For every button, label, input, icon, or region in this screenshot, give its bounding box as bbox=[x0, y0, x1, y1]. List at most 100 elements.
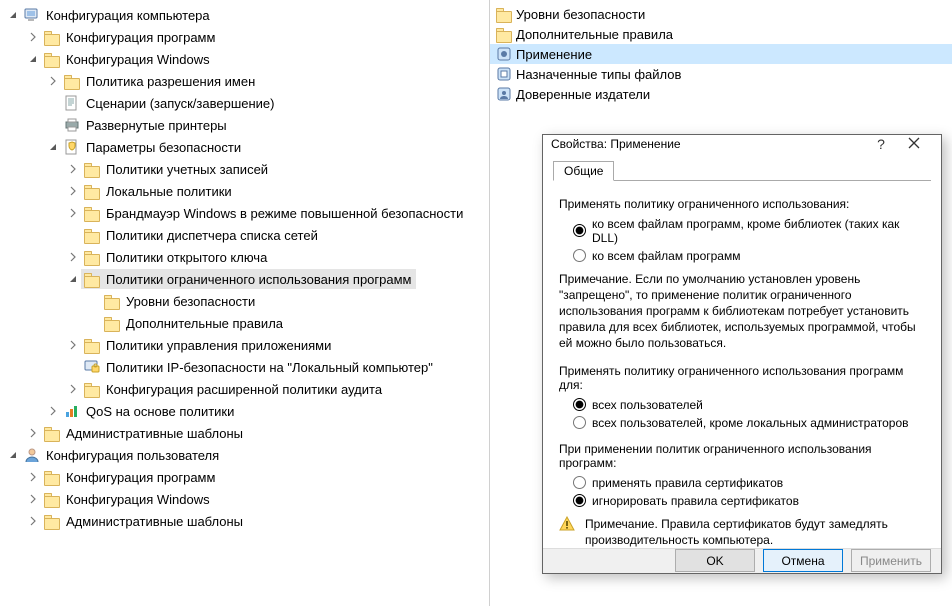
tree-item[interactable]: Политики ограниченного использования про… bbox=[0, 268, 489, 290]
tree-item[interactable]: Конфигурация пользователя bbox=[0, 444, 489, 466]
tree-item-label: Политики IP-безопасности на "Локальный к… bbox=[104, 359, 435, 376]
folder-icon bbox=[44, 29, 60, 45]
chevron-right-icon[interactable] bbox=[66, 338, 80, 352]
tree-item[interactable]: Параметры безопасности bbox=[0, 136, 489, 158]
script-icon bbox=[64, 95, 80, 111]
radio-all-users-input[interactable] bbox=[573, 398, 586, 411]
dialog-titlebar[interactable]: Свойства: Применение ? bbox=[543, 135, 941, 154]
tree-item[interactable]: Политики открытого ключа bbox=[0, 246, 489, 268]
folder-icon bbox=[104, 315, 120, 331]
help-button[interactable]: ? bbox=[867, 136, 895, 152]
list-item[interactable]: Дополнительные правила bbox=[490, 24, 952, 44]
tree-item[interactable]: Конфигурация программ bbox=[0, 466, 489, 488]
tree-item[interactable]: Конфигурация расширенной политики аудита bbox=[0, 378, 489, 400]
radio-all-except-dll[interactable]: ко всем файлам программ, кроме библиотек… bbox=[559, 215, 925, 247]
folder-icon bbox=[84, 337, 100, 353]
folder-icon bbox=[84, 183, 100, 199]
cancel-button[interactable]: Отмена bbox=[763, 549, 843, 572]
dialog-title: Свойства: Применение bbox=[551, 137, 867, 151]
close-button[interactable] bbox=[895, 136, 933, 152]
list-item[interactable]: Доверенные издатели bbox=[490, 84, 952, 104]
tree-item[interactable]: Политики управления приложениями bbox=[0, 334, 489, 356]
qos-icon bbox=[64, 403, 80, 419]
group1-heading: Применять политику ограниченного использ… bbox=[559, 197, 925, 211]
tab-general[interactable]: Общие bbox=[553, 161, 614, 181]
tree-item[interactable]: Политики IP-безопасности на "Локальный к… bbox=[0, 356, 489, 378]
list-item[interactable]: Назначенные типы файлов bbox=[490, 64, 952, 84]
chevron-down-icon[interactable] bbox=[66, 272, 80, 286]
radio-all-files[interactable]: ко всем файлам программ bbox=[559, 247, 925, 265]
chevron-right-icon[interactable] bbox=[26, 30, 40, 44]
radio-all-except-dll-input[interactable] bbox=[573, 224, 586, 237]
tree-item[interactable]: Политика разрешения имен bbox=[0, 70, 489, 92]
tree-item[interactable]: Административные шаблоны bbox=[0, 422, 489, 444]
tree-item[interactable]: Развернутые принтеры bbox=[0, 114, 489, 136]
group3-heading: При применении политик ограниченного исп… bbox=[559, 442, 925, 470]
folder-icon bbox=[496, 6, 512, 22]
chevron-down-icon[interactable] bbox=[6, 8, 20, 22]
tree-item[interactable]: Конфигурация программ bbox=[0, 26, 489, 48]
radio-all-files-input[interactable] bbox=[573, 249, 586, 262]
radio-except-admins[interactable]: всех пользователей, кроме локальных адми… bbox=[559, 414, 925, 432]
tree-item-label: Брандмауэр Windows в режиме повышенной б… bbox=[104, 205, 465, 222]
chevron-right-icon[interactable] bbox=[26, 470, 40, 484]
folder-icon bbox=[84, 381, 100, 397]
tree-item[interactable]: Политики учетных записей bbox=[0, 158, 489, 180]
folder-icon bbox=[84, 205, 100, 221]
chevron-right-icon[interactable] bbox=[46, 74, 60, 88]
folder-icon bbox=[44, 491, 60, 507]
chevron-right-icon[interactable] bbox=[66, 250, 80, 264]
chevron-down-icon[interactable] bbox=[6, 448, 20, 462]
chevron-right-icon[interactable] bbox=[66, 162, 80, 176]
chevron-down-icon[interactable] bbox=[46, 140, 60, 154]
tree-item[interactable]: Конфигурация Windows bbox=[0, 48, 489, 70]
radio-ignore-cert-input[interactable] bbox=[573, 494, 586, 507]
apply-button[interactable]: Применить bbox=[851, 549, 931, 572]
chevron-right-icon[interactable] bbox=[66, 382, 80, 396]
tree-item-label: Конфигурация компьютера bbox=[44, 7, 212, 24]
radio-apply-cert[interactable]: применять правила сертификатов bbox=[559, 474, 925, 492]
chevron-down-icon[interactable] bbox=[26, 52, 40, 66]
radio-ignore-cert[interactable]: игнорировать правила сертификатов bbox=[559, 492, 925, 510]
tree-item-label: Локальные политики bbox=[104, 183, 234, 200]
tree-item[interactable]: Уровни безопасности bbox=[0, 290, 489, 312]
tree-item[interactable]: Конфигурация Windows bbox=[0, 488, 489, 510]
tree-item-label: Дополнительные правила bbox=[124, 315, 285, 332]
list-view: Уровни безопасности Дополнительные правил… bbox=[490, 4, 952, 104]
tree-item[interactable]: Сценарии (запуск/завершение) bbox=[0, 92, 489, 114]
tree-item-label: Конфигурация Windows bbox=[64, 491, 212, 508]
folder-icon bbox=[496, 26, 512, 42]
chevron-right-icon[interactable] bbox=[66, 184, 80, 198]
tree-item[interactable]: Конфигурация компьютера bbox=[0, 4, 489, 26]
tree-item[interactable]: QoS на основе политики bbox=[0, 400, 489, 422]
tree-item-label: QoS на основе политики bbox=[84, 403, 236, 420]
radio-except-admins-input[interactable] bbox=[573, 416, 586, 429]
tree-item[interactable]: Локальные политики bbox=[0, 180, 489, 202]
chevron-right-icon[interactable] bbox=[46, 404, 60, 418]
tree-item[interactable]: Дополнительные правила bbox=[0, 312, 489, 334]
list-item-label: Уровни безопасности bbox=[516, 7, 645, 22]
properties-dialog: Свойства: Применение ? Общие Применять п… bbox=[542, 134, 942, 574]
tree-item[interactable]: Административные шаблоны bbox=[0, 510, 489, 532]
tree-item[interactable]: Брандмауэр Windows в режиме повышенной б… bbox=[0, 202, 489, 224]
folder-icon bbox=[44, 513, 60, 529]
ok-button[interactable]: OK bbox=[675, 549, 755, 572]
radio-all-users[interactable]: всех пользователей bbox=[559, 396, 925, 414]
list-item[interactable]: Применение bbox=[490, 44, 952, 64]
chevron-right-icon[interactable] bbox=[66, 206, 80, 220]
tree-item-label: Конфигурация программ bbox=[64, 29, 217, 46]
tree-item-label: Конфигурация программ bbox=[64, 469, 217, 486]
tree-item-label: Политика разрешения имен bbox=[84, 73, 257, 90]
folder-icon bbox=[44, 51, 60, 67]
tree-item-label: Конфигурация пользователя bbox=[44, 447, 221, 464]
tree-item[interactable]: Политики диспетчера списка сетей bbox=[0, 224, 489, 246]
folder-icon bbox=[84, 249, 100, 265]
radio-apply-cert-input[interactable] bbox=[573, 476, 586, 489]
chevron-right-icon[interactable] bbox=[26, 514, 40, 528]
folder-icon bbox=[64, 73, 80, 89]
folder-icon bbox=[104, 293, 120, 309]
chevron-right-icon[interactable] bbox=[26, 492, 40, 506]
pc-icon bbox=[24, 7, 40, 23]
list-item[interactable]: Уровни безопасности bbox=[490, 4, 952, 24]
chevron-right-icon[interactable] bbox=[26, 426, 40, 440]
